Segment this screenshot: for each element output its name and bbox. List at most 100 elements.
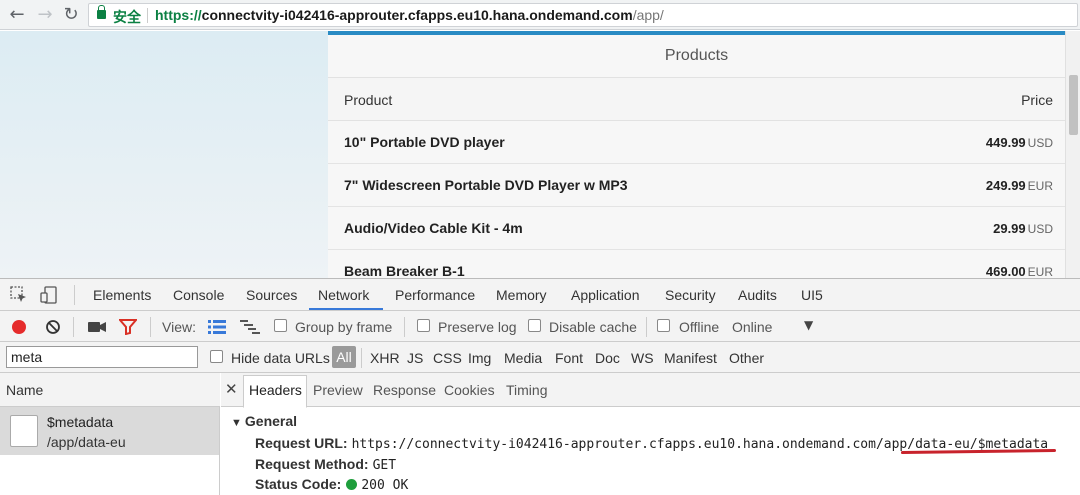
column-price: Price — [1021, 92, 1053, 108]
table-row[interactable]: 7" Widescreen Portable DVD Player w MP3 … — [328, 164, 1065, 207]
product-name: 7" Widescreen Portable DVD Player w MP3 — [344, 177, 628, 193]
products-panel: Products Product Price 10" Portable DVD … — [328, 31, 1065, 278]
filter-type-img[interactable]: Img — [468, 350, 491, 366]
tab-headers[interactable]: Headers — [249, 382, 302, 398]
address-bar[interactable]: 安全 https://connectvity-i042416-approuter… — [88, 3, 1078, 27]
document-icon — [10, 415, 38, 447]
tab-memory[interactable]: Memory — [496, 287, 547, 303]
screenshot-camera-icon[interactable] — [88, 321, 106, 333]
product-price: 449.99 USD — [985, 135, 1053, 150]
triangle-down-icon: ▼ — [231, 417, 242, 429]
table-row[interactable]: Beam Breaker B-1 469.00 EUR — [328, 250, 1065, 278]
offline-checkbox[interactable] — [657, 319, 670, 332]
device-toolbar-icon[interactable] — [40, 286, 58, 304]
request-list: Name $metadata /app/data-eu — [0, 373, 220, 495]
preserve-log-checkbox[interactable] — [417, 319, 430, 332]
tab-cookies[interactable]: Cookies — [444, 382, 495, 398]
filter-type-font[interactable]: Font — [555, 350, 583, 366]
filter-type-ws[interactable]: WS — [631, 350, 654, 366]
chevron-down-icon[interactable]: ▼ — [804, 318, 813, 332]
filter-type-media[interactable]: Media — [504, 350, 542, 366]
detail-tabbar: ✕ Headers Preview Response Cookies Timin… — [221, 373, 1080, 408]
filter-type-all[interactable]: All — [332, 346, 356, 368]
page-viewport: Products Product Price 10" Portable DVD … — [0, 31, 1080, 278]
lock-icon — [97, 5, 106, 19]
name-column-header[interactable]: Name — [0, 373, 220, 407]
address-separator — [147, 8, 148, 23]
filter-divider — [361, 348, 362, 368]
request-method-value: GET — [372, 458, 397, 473]
preserve-log-label: Preserve log — [438, 319, 517, 335]
product-name: Beam Breaker B-1 — [344, 263, 465, 278]
disable-cache-label: Disable cache — [549, 319, 637, 335]
tabbar-divider — [74, 285, 75, 305]
tab-performance[interactable]: Performance — [395, 287, 475, 303]
devtools-tabbar: Elements Console Sources Network Perform… — [0, 279, 1080, 311]
view-label: View: — [162, 319, 196, 335]
table-row[interactable]: Audio/Video Cable Kit - 4m 29.99 USD — [328, 207, 1065, 250]
status-code-value: 200 OK — [361, 478, 409, 493]
devtools-panel: Elements Console Sources Network Perform… — [0, 278, 1080, 495]
group-by-frame-label: Group by frame — [295, 319, 393, 335]
tab-application[interactable]: Application — [571, 287, 640, 303]
tab-response[interactable]: Response — [373, 382, 436, 398]
products-table-header: Product Price — [328, 77, 1065, 121]
tab-security[interactable]: Security — [665, 287, 716, 303]
scrollbar-thumb[interactable] — [1069, 75, 1078, 135]
product-name: 10" Portable DVD player — [344, 134, 505, 150]
filter-icon[interactable] — [119, 319, 137, 335]
hide-data-urls-checkbox[interactable] — [210, 350, 223, 363]
hide-data-urls-label: Hide data URLs — [231, 350, 330, 366]
record-icon[interactable] — [11, 319, 27, 335]
filter-type-other[interactable]: Other — [729, 350, 764, 366]
page-scrollbar[interactable] — [1065, 31, 1080, 278]
column-product: Product — [344, 92, 393, 108]
clear-icon[interactable] — [45, 319, 61, 335]
request-path: /app/data-eu — [47, 434, 126, 450]
filter-type-doc[interactable]: Doc — [595, 350, 620, 366]
request-detail: ✕ Headers Preview Response Cookies Timin… — [221, 373, 1080, 495]
toolbar-divider — [73, 317, 74, 337]
toolbar-divider — [150, 317, 151, 337]
active-tab-indicator — [309, 308, 383, 310]
filter-bar: Hide data URLs All XHR JS CSS Img Media … — [0, 342, 1080, 373]
network-body: Name $metadata /app/data-eu ✕ Headers Pr… — [0, 373, 1080, 495]
url-text[interactable]: https://connectvity-i042416-approuter.cf… — [155, 7, 664, 23]
filter-input[interactable] — [6, 346, 198, 368]
tab-ui5[interactable]: UI5 — [801, 287, 823, 303]
disable-cache-checkbox[interactable] — [528, 319, 541, 332]
product-price: 29.99 USD — [993, 221, 1053, 236]
tab-timing[interactable]: Timing — [506, 382, 548, 398]
table-row[interactable]: 10" Portable DVD player 449.99 USD — [328, 121, 1065, 164]
reload-icon[interactable]: ↻ — [60, 4, 82, 26]
large-rows-icon[interactable] — [208, 320, 226, 334]
filter-type-manifest[interactable]: Manifest — [664, 350, 717, 366]
filter-type-xhr[interactable]: XHR — [370, 350, 400, 366]
throttling-select[interactable]: Online — [732, 319, 772, 335]
back-arrow-icon[interactable]: ← — [6, 4, 28, 26]
product-price: 469.00 EUR — [985, 264, 1053, 278]
request-row[interactable]: $metadata /app/data-eu — [0, 407, 219, 455]
general-section-toggle[interactable]: ▼ General — [231, 413, 297, 429]
offline-label: Offline — [679, 319, 720, 335]
filter-type-js[interactable]: JS — [407, 350, 423, 366]
group-by-frame-checkbox[interactable] — [274, 319, 287, 332]
status-code-row: Status Code: 200 OK — [255, 476, 409, 493]
close-icon[interactable]: ✕ — [225, 380, 238, 398]
forward-arrow-icon[interactable]: → — [34, 4, 56, 26]
tab-console[interactable]: Console — [173, 287, 224, 303]
tab-preview[interactable]: Preview — [313, 382, 363, 398]
filter-type-css[interactable]: CSS — [433, 350, 462, 366]
product-name: Audio/Video Cable Kit - 4m — [344, 220, 523, 236]
tab-elements[interactable]: Elements — [93, 287, 151, 303]
request-url-row: Request URL: https://connectvity-i042416-… — [255, 435, 1049, 452]
tab-network[interactable]: Network — [318, 287, 369, 303]
waterfall-overview-icon[interactable] — [240, 320, 260, 334]
request-name: $metadata — [47, 414, 114, 430]
inspect-element-icon[interactable] — [10, 286, 28, 304]
toolbar-divider — [646, 317, 647, 337]
accent-stripe — [328, 31, 1065, 35]
request-method-row: Request Method: GET — [255, 456, 397, 473]
tab-audits[interactable]: Audits — [738, 287, 777, 303]
tab-sources[interactable]: Sources — [246, 287, 297, 303]
